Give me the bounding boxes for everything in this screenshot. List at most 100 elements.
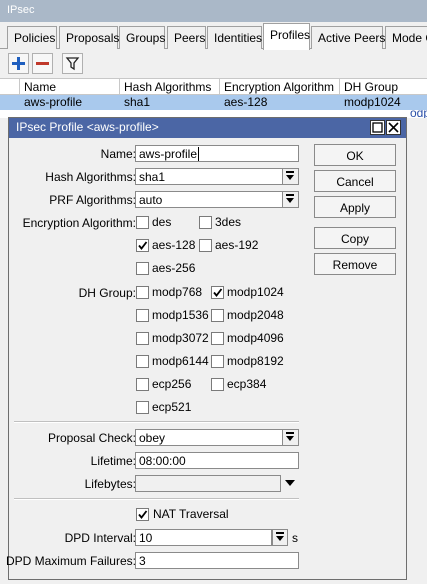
encryption-option-checkbox[interactable]: [199, 239, 212, 252]
dpd-interval-label: DPD Interval:: [64, 531, 136, 545]
encryption-option-checkbox[interactable]: [136, 262, 149, 275]
dpd-interval-value: 10: [139, 531, 153, 545]
tab-mode-config[interactable]: Mode C: [385, 26, 427, 49]
dropdown-arrow-icon[interactable]: [282, 169, 298, 184]
dh-group-option-checkbox[interactable]: [136, 378, 149, 391]
close-button[interactable]: [386, 120, 401, 135]
remove-icon: [36, 62, 49, 65]
filter-icon: [65, 57, 80, 71]
separator: [14, 498, 299, 500]
dh-group-option-checkbox[interactable]: [136, 309, 149, 322]
tab-proposals[interactable]: Proposals: [59, 26, 119, 49]
dh-group-option-label: modp1536: [152, 308, 209, 322]
dpd-max-failures-value: 3: [139, 554, 146, 568]
proposal-check-label: Proposal Check:: [47, 431, 136, 445]
nat-traversal-checkbox[interactable]: [136, 508, 149, 521]
dh-group-option-label: ecp384: [227, 377, 267, 391]
column-name[interactable]: Name: [20, 79, 120, 95]
lifetime-field[interactable]: 08:00:00: [135, 452, 299, 469]
dpd-interval-unit: s: [292, 531, 298, 545]
dropdown-arrow-icon[interactable]: [282, 192, 298, 207]
add-button[interactable]: [8, 53, 29, 74]
lifetime-value: 08:00:00: [139, 454, 186, 468]
dh-group-option-checkbox[interactable]: [211, 332, 224, 345]
dh-group-option-label: ecp256: [152, 377, 192, 391]
tab-peers[interactable]: Peers: [167, 26, 206, 49]
restore-window-button[interactable]: [370, 120, 385, 135]
proposal-check-select[interactable]: obey: [135, 429, 299, 446]
cell-dh-group-partial: odp2: [410, 110, 427, 118]
separator: [14, 421, 299, 423]
dh-group-option-label: modp4096: [227, 331, 284, 345]
encryption-option-checkbox[interactable]: [136, 239, 149, 252]
dh-group-option-checkbox[interactable]: [136, 401, 149, 414]
dh-group-option-checkbox[interactable]: [136, 286, 149, 299]
dh-group-option-checkbox[interactable]: [211, 286, 224, 299]
column-dh-group[interactable]: DH Group: [340, 79, 427, 95]
dh-group-option-checkbox[interactable]: [136, 332, 149, 345]
dh-group-option-label: ecp521: [152, 400, 192, 414]
name-value: aws-profile: [139, 147, 198, 161]
encryption-algorithm-label: Encryption Algorithm:: [22, 216, 136, 230]
prf-algorithms-select[interactable]: auto: [135, 191, 299, 208]
dropdown-arrow-icon: [276, 536, 284, 541]
dpd-max-failures-field[interactable]: 3: [135, 552, 299, 569]
name-label: Name:: [100, 147, 136, 161]
dh-group-option-label: modp8192: [227, 354, 284, 368]
text-cursor: [198, 147, 200, 161]
checkmark-icon: [138, 241, 148, 250]
dpd-interval-field[interactable]: 10: [135, 529, 272, 546]
dpd-interval-dropdown[interactable]: [272, 529, 288, 546]
dh-group-label: DH Group:: [78, 286, 136, 300]
dropdown-arrow-icon: [276, 532, 284, 534]
cancel-button[interactable]: Cancel: [314, 170, 396, 192]
column-select: [0, 79, 20, 95]
encryption-option-checkbox[interactable]: [199, 216, 212, 229]
remove-button[interactable]: [32, 53, 53, 74]
cell-encryption: aes-128: [224, 95, 268, 109]
dh-group-option-checkbox[interactable]: [136, 355, 149, 368]
lifebytes-field[interactable]: [135, 475, 281, 492]
tab-groups[interactable]: Groups: [119, 26, 165, 49]
dh-group-option-checkbox[interactable]: [211, 355, 224, 368]
dh-group-option-label: modp768: [152, 285, 203, 299]
hash-algorithms-select[interactable]: sha1: [135, 168, 299, 185]
tab-active-peers[interactable]: Active Peers: [311, 26, 385, 49]
apply-button[interactable]: Apply: [314, 196, 396, 218]
filter-button[interactable]: [62, 53, 83, 74]
dpd-max-failures-label: DPD Maximum Failures:: [5, 554, 136, 568]
dropdown-arrow-icon[interactable]: [285, 480, 295, 486]
encryption-option-checkbox[interactable]: [136, 216, 149, 229]
column-encryption-algorithm[interactable]: Encryption Algorithm: [220, 79, 340, 95]
name-field[interactable]: aws-profile: [135, 145, 299, 162]
encryption-option-label: des: [152, 215, 172, 229]
tab-identities[interactable]: Identities: [207, 26, 262, 49]
add-icon: [12, 57, 25, 70]
dh-group-option-label: modp2048: [227, 308, 284, 322]
table-row[interactable]: aws-profile sha1 aes-128 modp1024: [0, 95, 427, 110]
restore-window-icon: [372, 122, 383, 133]
tab-policies[interactable]: Policies: [7, 26, 57, 49]
cell-dh-group: modp1024: [344, 95, 401, 109]
checkmark-icon: [213, 288, 223, 297]
nat-traversal-label: NAT Traversal: [153, 507, 229, 521]
encryption-option-label: 3des: [215, 215, 242, 229]
prf-algorithms-value: auto: [139, 193, 163, 207]
encryption-option-label: aes-256: [152, 261, 196, 275]
column-hash-algorithms[interactable]: Hash Algorithms: [120, 79, 220, 95]
dh-group-option-checkbox[interactable]: [211, 309, 224, 322]
copy-button[interactable]: Copy: [314, 227, 396, 249]
lifetime-label: Lifetime:: [90, 454, 136, 468]
close-icon: [388, 122, 399, 133]
hash-algorithms-value: sha1: [139, 170, 166, 184]
remove-profile-button[interactable]: Remove: [314, 253, 396, 275]
ok-button[interactable]: OK: [314, 144, 396, 166]
ipsec-tab-bar: Policies Proposals Groups Peers Identiti…: [0, 22, 427, 50]
dh-group-option-checkbox[interactable]: [211, 378, 224, 391]
dropdown-arrow-icon[interactable]: [282, 430, 298, 445]
dialog-title-bar: IPsec Profile <aws-profile>: [9, 118, 406, 138]
tab-profiles[interactable]: Profiles: [263, 23, 310, 50]
lifebytes-label: Lifebytes:: [84, 477, 136, 491]
ipsec-toolbar: [0, 50, 427, 78]
dh-group-option-label: modp3072: [152, 331, 209, 345]
